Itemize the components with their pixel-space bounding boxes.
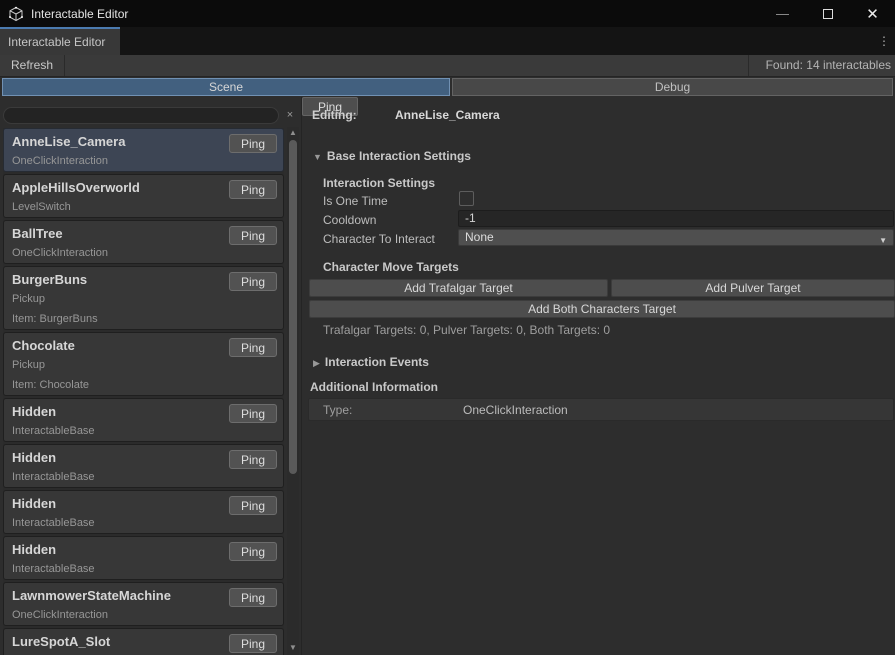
list-item[interactable]: Chocolate PickupItem: ChocolatePing <box>3 332 284 396</box>
list-item[interactable]: Hidden InteractableBasePing <box>3 536 284 580</box>
tab-debug[interactable]: Debug <box>452 78 893 96</box>
scrollbar-thumb[interactable] <box>289 140 297 474</box>
character-to-interact-dropdown[interactable]: None ▼ <box>458 229 894 246</box>
ping-button[interactable]: Ping <box>229 450 277 469</box>
ping-button[interactable]: Ping <box>229 272 277 291</box>
list-item[interactable]: AppleHillsOverworld LevelSwitchPing <box>3 174 284 218</box>
base-foldout-label: Base Interaction Settings <box>327 149 471 163</box>
foldout-open-icon: ▼ <box>313 152 322 162</box>
kebab-menu-icon[interactable]: ⋮ <box>877 33 891 51</box>
search-input[interactable] <box>3 107 279 124</box>
chevron-down-icon: ▼ <box>879 233 887 248</box>
list-item[interactable]: Hidden InteractableBasePing <box>3 490 284 534</box>
ping-button[interactable]: Ping <box>229 338 277 357</box>
scrollbar-down-icon[interactable]: ▼ <box>287 642 299 654</box>
ping-button[interactable]: Ping <box>229 496 277 515</box>
ping-button[interactable]: Ping <box>229 134 277 153</box>
character-to-interact-label: Character To Interact <box>323 232 435 246</box>
doc-tab-bar: Interactable Editor ⋮ <box>0 27 895 55</box>
list-item-type: OneClickInteraction <box>12 605 275 625</box>
tab-scene[interactable]: Scene <box>2 78 450 96</box>
close-button[interactable]: ✕ <box>850 0 895 27</box>
list-item[interactable]: LureSpotA_Slot Ping <box>3 628 284 655</box>
type-label: Type: <box>323 403 352 417</box>
titlebar[interactable]: Interactable Editor — ✕ <box>0 0 895 27</box>
foldout-closed-icon: ▶ <box>313 358 320 368</box>
list-scrollbar[interactable]: ▲ ▼ <box>287 127 299 655</box>
interaction-settings-header: Interaction Settings <box>323 176 435 190</box>
tab-interactable-editor[interactable]: Interactable Editor <box>0 27 120 55</box>
editor-detail-panel: Editing: AnneLise_Camera Ping ▼Base Inte… <box>302 97 895 655</box>
found-count-label: Found: 14 interactables <box>766 55 891 76</box>
ping-button[interactable]: Ping <box>229 404 277 423</box>
additional-information-header: Additional Information <box>310 380 438 394</box>
toolbar: Refresh Found: 14 interactables <box>0 55 895 77</box>
character-move-targets-header: Character Move Targets <box>323 260 459 274</box>
window-title: Interactable Editor <box>31 7 128 21</box>
list-item-type: InteractableBase <box>12 559 275 579</box>
interactable-list-panel: ⌕ × AnneLise_Camera OneClickInteractionP… <box>0 97 301 655</box>
interactable-editor-window: Interactable Editor — ✕ Interactable Edi… <box>0 0 895 655</box>
list-item-type: Pickup <box>12 289 275 309</box>
editing-label: Editing: <box>312 108 357 122</box>
maximize-button[interactable] <box>805 0 850 27</box>
ping-button[interactable]: Ping <box>229 180 277 199</box>
dropdown-selected-value: None <box>465 230 494 244</box>
add-pulver-target-button[interactable]: Add Pulver Target <box>611 279 895 297</box>
interaction-events-foldout[interactable]: ▶ Interaction Events <box>313 355 429 369</box>
list-item[interactable]: BallTree OneClickInteractionPing <box>3 220 284 264</box>
scrollbar-up-icon[interactable]: ▲ <box>287 127 299 139</box>
app-cube-icon <box>8 6 24 22</box>
list-item-type: Item: Chocolate <box>12 375 275 395</box>
interactable-list: AnneLise_Camera OneClickInteractionPing … <box>3 128 284 655</box>
view-tab-bar: Scene Debug <box>0 77 895 97</box>
list-item-type: Item: BurgerBuns <box>12 309 275 329</box>
targets-summary: Trafalgar Targets: 0, Pulver Targets: 0,… <box>323 323 610 337</box>
ping-button[interactable]: Ping <box>229 588 277 607</box>
list-item-type: InteractableBase <box>12 421 275 441</box>
search-clear-button[interactable]: × <box>282 108 298 123</box>
add-trafalgar-target-button[interactable]: Add Trafalgar Target <box>309 279 608 297</box>
ping-button[interactable]: Ping <box>229 634 277 653</box>
list-item[interactable]: Hidden InteractableBasePing <box>3 444 284 488</box>
list-item[interactable]: Hidden InteractableBasePing <box>3 398 284 442</box>
editing-object-name: AnneLise_Camera <box>395 108 500 122</box>
cooldown-field[interactable]: -1 <box>458 210 894 227</box>
list-item-type: LevelSwitch <box>12 197 275 217</box>
refresh-button[interactable]: Refresh <box>0 55 65 76</box>
maximize-icon <box>823 9 833 19</box>
type-value: OneClickInteraction <box>463 403 568 417</box>
ping-button[interactable]: Ping <box>229 542 277 561</box>
list-item[interactable]: LawnmowerStateMachine OneClickInteractio… <box>3 582 284 626</box>
content-area: ⌕ × AnneLise_Camera OneClickInteractionP… <box>0 97 895 655</box>
minimize-button[interactable]: — <box>760 0 805 27</box>
list-item-type: InteractableBase <box>12 513 275 533</box>
toolbar-separator <box>748 55 749 76</box>
list-item[interactable]: BurgerBuns PickupItem: BurgerBunsPing <box>3 266 284 330</box>
base-interaction-settings-foldout[interactable]: ▼ Base Interaction Settings <box>313 149 471 163</box>
events-foldout-label: Interaction Events <box>325 355 429 369</box>
cooldown-label: Cooldown <box>323 213 376 227</box>
type-info-box: Type: OneClickInteraction <box>308 398 894 421</box>
is-one-time-label: Is One Time <box>323 194 388 208</box>
list-item-type: InteractableBase <box>12 467 275 487</box>
is-one-time-checkbox[interactable] <box>459 191 474 206</box>
list-item-type: OneClickInteraction <box>12 151 275 171</box>
ping-button[interactable]: Ping <box>229 226 277 245</box>
add-both-characters-target-button[interactable]: Add Both Characters Target <box>309 300 895 318</box>
list-item[interactable]: AnneLise_Camera OneClickInteractionPing <box>3 128 284 172</box>
list-item-type: Pickup <box>12 355 275 375</box>
list-item-type: OneClickInteraction <box>12 243 275 263</box>
